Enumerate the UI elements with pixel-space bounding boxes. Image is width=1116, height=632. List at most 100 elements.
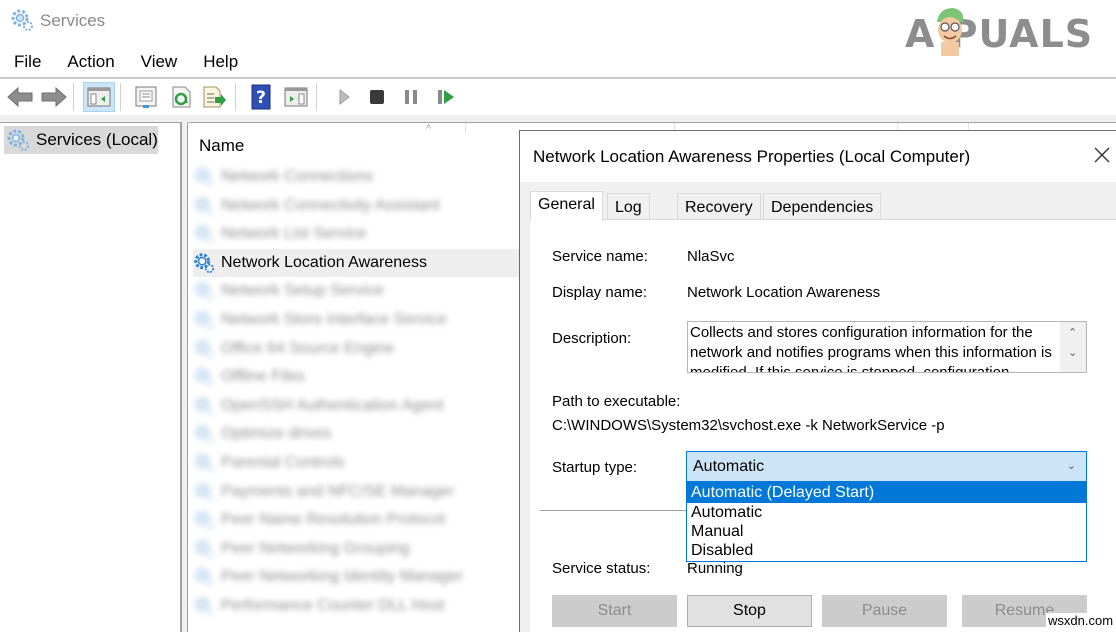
service-row-selected[interactable]: Network Location Awareness <box>193 248 519 277</box>
console-tree-button[interactable] <box>83 82 115 112</box>
service-name: Network Store Interface Service <box>221 311 447 328</box>
service-gear-icon <box>194 481 215 502</box>
dialog-titlebar[interactable]: Network Location Awareness Properties (L… <box>520 131 1116 182</box>
services-gear-icon <box>7 129 29 151</box>
help-button[interactable]: ? <box>245 82 277 112</box>
service-gear-icon <box>194 367 215 388</box>
pause-button[interactable]: Pause <box>822 595 947 627</box>
startup-type-select[interactable]: Automatic ⌄ <box>686 451 1087 482</box>
service-row[interactable]: OpenSSH Authentication Agent <box>193 392 523 420</box>
export-list-button[interactable] <box>198 82 230 112</box>
start-service-button[interactable] <box>328 82 360 112</box>
console-tree-pane: Services (Local) <box>0 122 182 632</box>
path-label: Path to executable: <box>552 393 681 410</box>
start-button[interactable]: Start <box>552 595 677 627</box>
service-row[interactable]: Parental Controls <box>193 449 523 477</box>
service-row[interactable]: Optimize drives <box>193 420 523 448</box>
service-name: Office 64 Source Engine <box>221 339 395 357</box>
service-row[interactable]: Peer Networking Grouping <box>193 535 523 563</box>
stop-service-button[interactable] <box>361 82 393 112</box>
service-status-value: Running <box>687 560 743 577</box>
service-row[interactable]: Payments and NFC/SE Manager <box>193 478 523 506</box>
pane-splitter[interactable] <box>182 122 188 632</box>
description-label: Description: <box>552 330 632 347</box>
service-row[interactable]: Offline Files <box>193 363 523 391</box>
service-gear-icon <box>194 510 215 531</box>
description-textbox[interactable]: Collects and stores configuration inform… <box>687 321 1087 373</box>
menu-action[interactable]: Action <box>54 48 127 76</box>
toolbar: ? <box>0 79 1116 115</box>
service-gear-icon <box>194 396 215 416</box>
service-row[interactable]: Network Connectivity Assistant <box>193 192 523 220</box>
service-row[interactable]: Network List Service <box>193 220 523 248</box>
toolbar-separator <box>73 83 74 111</box>
scroll-down-icon[interactable]: ⌄ <box>1068 346 1077 359</box>
service-gear-icon <box>194 453 215 474</box>
properties-icon <box>135 86 157 108</box>
scroll-up-icon[interactable]: ⌃ <box>1068 326 1077 339</box>
back-button[interactable] <box>4 82 36 112</box>
tab-dependencies[interactable]: Dependencies <box>763 193 882 220</box>
service-row[interactable]: Office 64 Source Engine <box>193 335 523 363</box>
option-automatic[interactable]: Automatic <box>687 503 1086 523</box>
tab-log-on[interactable]: Log On <box>607 193 650 234</box>
forward-arrow-icon <box>41 86 67 108</box>
service-gear-icon <box>194 224 215 245</box>
service-row[interactable]: Network Setup Service <box>193 277 523 305</box>
path-value: C:\WINDOWS\System32\svchost.exe -k Netwo… <box>552 417 945 434</box>
tab-general[interactable]: General <box>530 191 603 221</box>
service-gear-icon <box>194 567 215 588</box>
stop-button[interactable]: Stop <box>687 595 812 627</box>
menu-file[interactable]: File <box>0 48 54 76</box>
option-automatic-delayed[interactable]: Automatic (Delayed Start) <box>687 483 1086 503</box>
chevron-down-icon: ⌄ <box>1066 460 1076 472</box>
stop-icon <box>370 90 384 104</box>
service-name: Network Connectivity Assistant <box>221 196 440 214</box>
pause-service-button[interactable] <box>395 82 427 112</box>
service-gear-icon <box>194 596 215 617</box>
site-watermark: wsxdn.com <box>1046 613 1116 628</box>
service-name: Network List Service <box>221 225 367 243</box>
display-name-value: Network Location Awareness <box>687 284 881 301</box>
service-gear-icon <box>194 424 215 445</box>
service-status-label: Service status: <box>552 560 651 577</box>
dialog-close-button[interactable] <box>1090 143 1114 167</box>
toolbar-separator <box>235 83 236 111</box>
service-name: Payments and NFC/SE Manager <box>221 482 454 500</box>
service-name: Network Connections <box>221 168 374 185</box>
restart-service-button[interactable] <box>430 82 462 112</box>
refresh-icon <box>172 86 191 108</box>
service-row[interactable]: Network Store Interface Service <box>193 306 523 334</box>
service-name-value: NlaSvc <box>687 248 735 265</box>
description-scrollbar[interactable]: ⌃ ⌄ <box>1060 322 1086 372</box>
appuals-watermark: A PUALS <box>905 4 1115 56</box>
tab-recovery[interactable]: Recovery <box>677 193 761 220</box>
properties-button[interactable] <box>130 82 162 112</box>
service-row[interactable]: Peer Networking Identity Manager <box>193 563 523 591</box>
refresh-button[interactable] <box>165 82 197 112</box>
svg-text:?: ? <box>256 88 266 108</box>
menu-view[interactable]: View <box>128 48 191 76</box>
column-header-name[interactable]: Name <box>199 136 244 156</box>
export-list-icon <box>203 86 226 108</box>
service-row[interactable]: Performance Counter DLL Host <box>193 592 523 620</box>
action-pane-button[interactable] <box>280 82 312 112</box>
service-row[interactable]: Peer Name Resolution Protocol <box>193 506 523 534</box>
service-name: OpenSSH Authentication Agent <box>221 396 444 414</box>
service-gear-icon <box>194 195 215 216</box>
forward-button[interactable] <box>38 82 70 112</box>
description-text: Collects and stores configuration inform… <box>690 324 1052 373</box>
menu-help[interactable]: Help <box>190 48 251 76</box>
column-divider[interactable] <box>465 123 466 133</box>
toolbar-separator <box>316 83 317 111</box>
option-disabled[interactable]: Disabled <box>687 541 1086 561</box>
service-name: Performance Counter DLL Host <box>221 597 445 614</box>
startup-type-dropdown: Automatic (Delayed Start) Automatic Manu… <box>686 482 1087 562</box>
tree-item-services-local[interactable]: Services (Local) <box>4 126 158 154</box>
service-row[interactable]: Network Connections <box>193 163 523 191</box>
pause-icon <box>405 90 417 104</box>
play-icon <box>339 88 350 106</box>
service-gear-icon <box>194 310 215 331</box>
option-manual[interactable]: Manual <box>687 522 1086 542</box>
service-gear-icon <box>194 281 215 302</box>
